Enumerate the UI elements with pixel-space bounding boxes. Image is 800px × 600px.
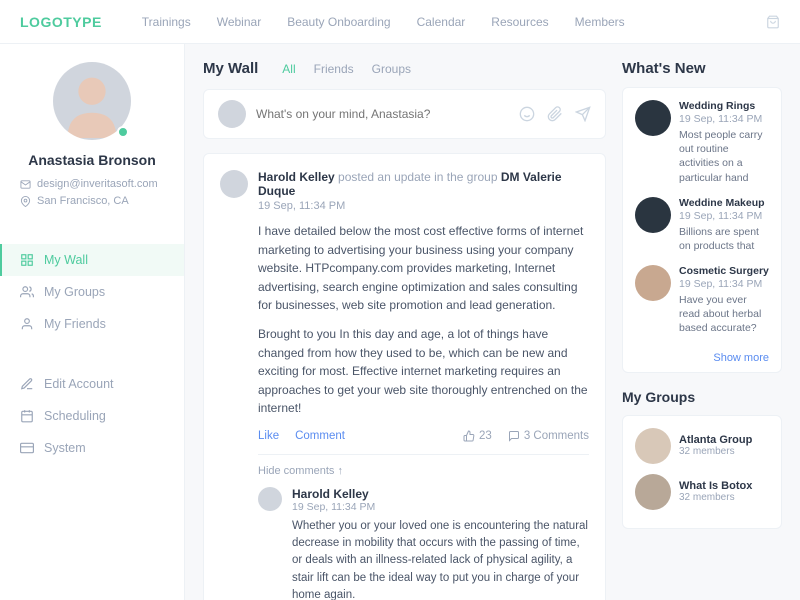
top-nav: Trainings Webinar Beauty Onboarding Cale…	[142, 15, 766, 29]
sidenav-edit-account[interactable]: Edit Account	[0, 368, 184, 400]
sidenav-label: My Wall	[44, 253, 88, 267]
news-thumbnail	[635, 197, 671, 233]
topbar: LOGOTYPE Trainings Webinar Beauty Onboar…	[0, 0, 800, 44]
sidenav-label: My Friends	[44, 317, 106, 331]
news-desc: Billions are spent on products that	[679, 225, 769, 253]
right-column: What's New Wedding Rings 19 Sep, 11:34 P…	[622, 60, 782, 584]
news-item[interactable]: Wedding Rings 19 Sep, 11:34 PM Most peop…	[623, 100, 781, 197]
topnav-webinar[interactable]: Webinar	[217, 15, 261, 29]
user-location: San Francisco, CA	[37, 195, 129, 207]
sidenav-my-groups[interactable]: My Groups	[0, 276, 184, 308]
comment-avatar[interactable]	[258, 487, 282, 511]
group-item[interactable]: What Is Botox 32 members	[623, 474, 781, 520]
group-thumbnail	[635, 474, 671, 510]
grid-icon	[20, 253, 34, 267]
user-icon	[20, 317, 34, 331]
calendar-icon	[20, 409, 34, 423]
shop-icon[interactable]	[766, 15, 780, 29]
edit-icon	[20, 377, 34, 391]
sidenav-label: My Groups	[44, 285, 105, 299]
sidenav-system[interactable]: System	[0, 432, 184, 464]
post-like-count: 23	[463, 430, 492, 442]
post-card: Harold Kelley posted an update in the gr…	[203, 153, 606, 600]
news-timestamp: 19 Sep, 11:34 PM	[679, 210, 769, 222]
tab-friends[interactable]: Friends	[314, 62, 354, 76]
whatsnew-panel: Wedding Rings 19 Sep, 11:34 PM Most peop…	[622, 87, 782, 373]
send-icon[interactable]	[575, 106, 591, 122]
sidenav-scheduling[interactable]: Scheduling	[0, 400, 184, 432]
news-title: Cosmetic Surgery	[679, 265, 769, 277]
user-avatar[interactable]	[53, 62, 131, 140]
users-icon	[20, 285, 34, 299]
sidenav-label: Scheduling	[44, 409, 106, 423]
news-desc: Have you ever read about herbal based ac…	[679, 293, 769, 336]
show-more-button[interactable]: Show more	[623, 348, 781, 364]
emoji-icon[interactable]	[519, 106, 535, 122]
composer-input[interactable]	[256, 107, 509, 121]
post-paragraph: Brought to you In this day and age, a lo…	[258, 325, 589, 418]
post-like-button[interactable]: Like	[258, 430, 279, 442]
tab-groups[interactable]: Groups	[372, 62, 411, 76]
groups-title: My Groups	[622, 389, 782, 405]
topnav-trainings[interactable]: Trainings	[142, 15, 191, 29]
sidenav-label: Edit Account	[44, 377, 114, 391]
post-timestamp: 19 Sep, 11:34 PM	[258, 200, 589, 212]
sidenav-my-wall[interactable]: My Wall	[0, 244, 184, 276]
comment-timestamp: 19 Sep, 11:34 PM	[292, 501, 589, 513]
news-title: Weddine Makeup	[679, 197, 769, 209]
online-indicator	[117, 126, 129, 138]
news-item[interactable]: Weddine Makeup 19 Sep, 11:34 PM Billions…	[623, 197, 781, 265]
logo[interactable]: LOGOTYPE	[20, 14, 102, 30]
post-comment-count: 3 Comments	[508, 430, 589, 442]
post-paragraph: I have detailed below the most cost effe…	[258, 222, 589, 315]
post-verb: posted an update in the group	[335, 170, 501, 184]
thumbs-up-icon	[463, 430, 475, 442]
post-comment-button[interactable]: Comment	[295, 430, 345, 442]
hide-comments-toggle[interactable]: Hide comments ↑	[258, 465, 589, 477]
news-timestamp: 19 Sep, 11:34 PM	[679, 278, 769, 290]
group-members: 32 members	[679, 446, 752, 457]
attach-icon[interactable]	[547, 106, 563, 122]
email-icon	[20, 179, 31, 190]
news-thumbnail	[635, 100, 671, 136]
news-item[interactable]: Cosmetic Surgery 19 Sep, 11:34 PM Have y…	[623, 265, 781, 348]
sidenav-label: System	[44, 441, 86, 455]
tab-all[interactable]: All	[282, 62, 295, 76]
group-thumbnail	[635, 428, 671, 464]
user-email-row: design@inveritasoft.com	[16, 178, 168, 190]
sidenav-my-friends[interactable]: My Friends	[0, 308, 184, 340]
user-location-row: San Francisco, CA	[16, 195, 168, 207]
group-name: What Is Botox	[679, 480, 752, 492]
news-thumbnail	[635, 265, 671, 301]
post-author-avatar[interactable]	[220, 170, 248, 198]
groups-panel: Atlanta Group 32 members What Is Botox 3…	[622, 415, 782, 529]
sidebar: Anastasia Bronson design@inveritasoft.co…	[0, 44, 185, 600]
news-timestamp: 19 Sep, 11:34 PM	[679, 113, 769, 125]
post-author[interactable]: Harold Kelley	[258, 170, 335, 184]
topnav-resources[interactable]: Resources	[491, 15, 548, 29]
composer	[203, 89, 606, 139]
topnav-calendar[interactable]: Calendar	[417, 15, 466, 29]
topnav-members[interactable]: Members	[575, 15, 625, 29]
group-item[interactable]: Atlanta Group 32 members	[623, 428, 781, 474]
card-icon	[20, 441, 34, 455]
news-desc: Most people carry out routine activities…	[679, 128, 769, 185]
composer-avatar	[218, 100, 246, 128]
user-email: design@inveritasoft.com	[37, 178, 158, 190]
comment-icon	[508, 430, 520, 442]
comment-author[interactable]: Harold Kelley	[292, 487, 589, 501]
group-name: Atlanta Group	[679, 434, 752, 446]
user-name: Anastasia Bronson	[16, 152, 168, 168]
topnav-beauty-onboarding[interactable]: Beauty Onboarding	[287, 15, 390, 29]
whatsnew-title: What's New	[622, 60, 782, 77]
comment-text: Whether you or your loved one is encount…	[292, 518, 589, 600]
feed-column: My Wall All Friends Groups	[203, 60, 606, 584]
comment: Harold Kelley 19 Sep, 11:34 PM Whether y…	[258, 487, 589, 600]
feed-title: My Wall	[203, 60, 258, 77]
news-title: Wedding Rings	[679, 100, 769, 112]
location-icon	[20, 196, 31, 207]
group-members: 32 members	[679, 492, 752, 503]
post-body: I have detailed below the most cost effe…	[258, 222, 589, 418]
